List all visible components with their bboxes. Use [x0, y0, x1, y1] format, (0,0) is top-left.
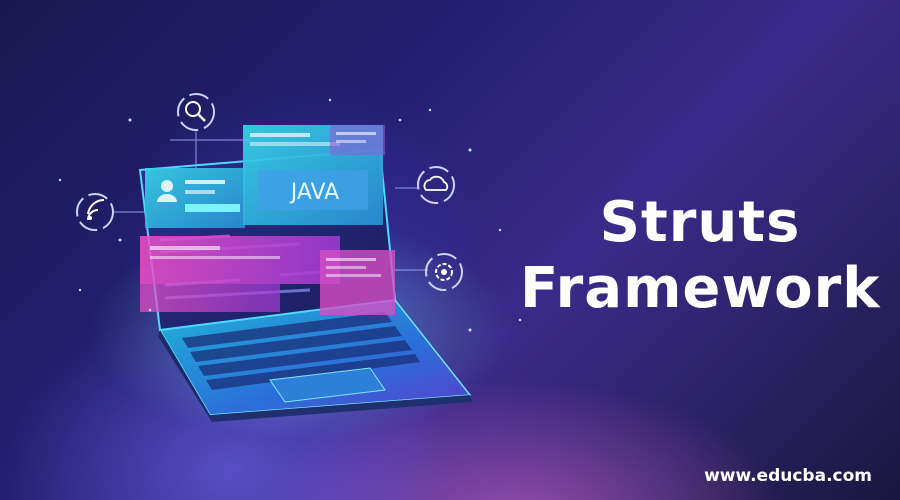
- java-label: JAVA: [289, 180, 339, 205]
- cloud-icon: [417, 166, 455, 204]
- headline-line-1: Struts: [599, 190, 801, 255]
- website-url: www.educba.com: [704, 466, 872, 486]
- profile-panel: [145, 168, 245, 228]
- search-icon: [177, 93, 215, 131]
- banner: JAVA Struts Framework www.educba.com: [0, 0, 900, 500]
- headline-line-2: Framework: [520, 256, 881, 321]
- code-panel-top: [330, 125, 385, 155]
- headline: Struts Framework: [520, 190, 880, 322]
- code-panel-right: [320, 250, 395, 315]
- wifi-icon: [76, 193, 114, 231]
